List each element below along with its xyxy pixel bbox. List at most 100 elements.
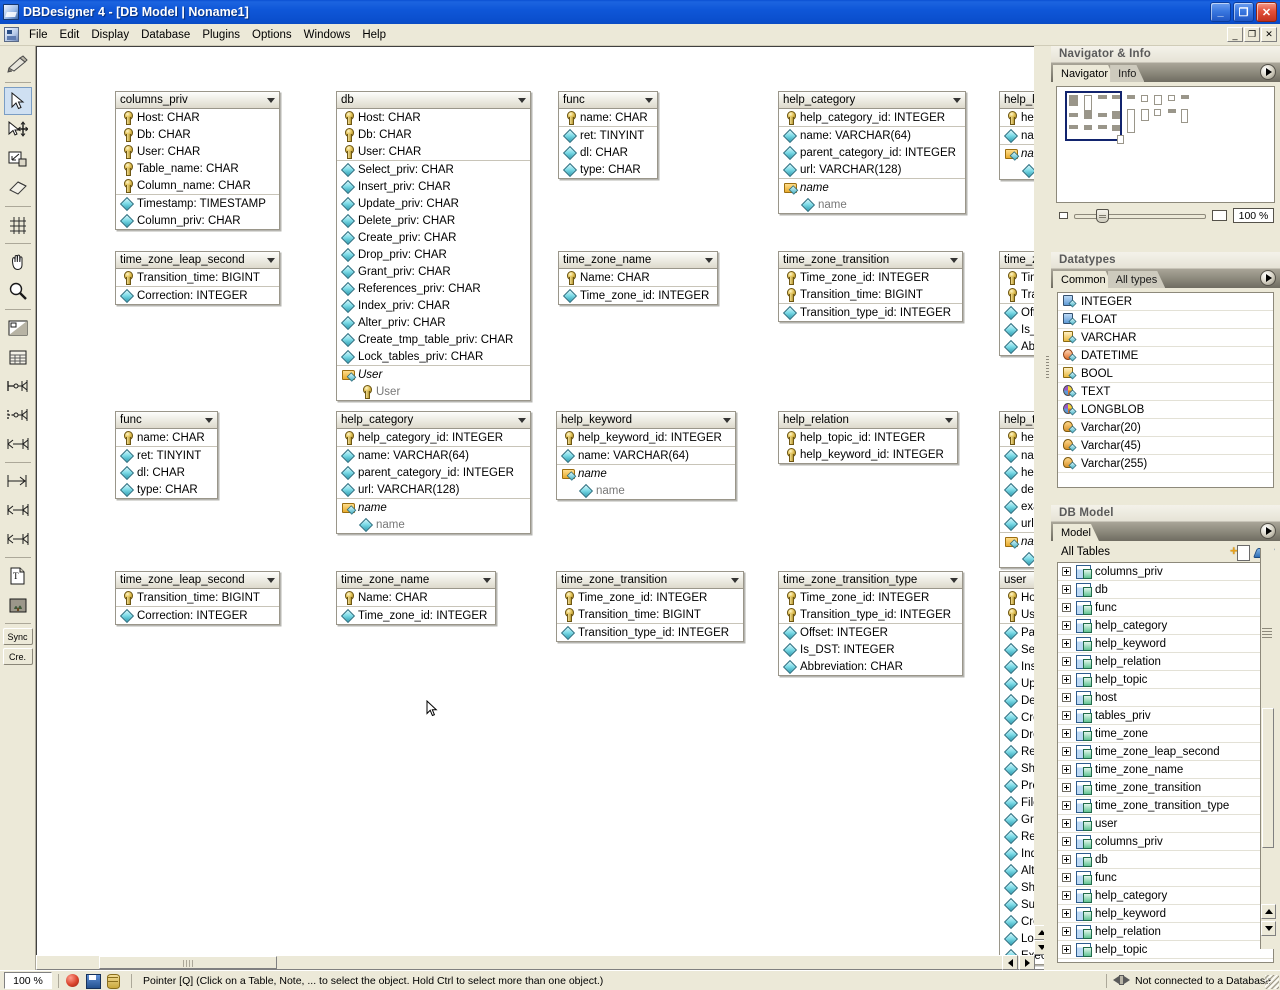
er-field-row[interactable]: name: CHAR [116,429,217,446]
er-field-row[interactable]: Transition_time: BIGINT [557,606,743,623]
er-field-row[interactable]: Create_tmp_table_priv: CHAR [337,331,530,348]
relation-1n-b-tool[interactable] [4,496,32,524]
grid-tool[interactable] [4,211,32,239]
tab-all-types[interactable]: All types [1108,271,1166,288]
er-field-row[interactable]: name [337,516,530,533]
table-row[interactable]: help_relation [1058,653,1273,671]
er-field-row[interactable]: Time_zone_id: INTEGER [559,287,717,304]
er-table-header[interactable]: help_category [337,412,530,429]
tree-scroll-thumb[interactable] [1262,708,1274,848]
chevron-down-icon[interactable] [267,257,275,263]
table-row[interactable]: time_zone_transition [1058,779,1273,797]
create-button[interactable]: Cre. [2,648,33,665]
er-table-header[interactable]: help_relation [779,412,957,429]
expand-plus-icon[interactable] [1062,855,1071,864]
er-field-row[interactable]: help_keyword_id: INTEGER [779,446,957,463]
table-row[interactable]: columns_priv [1058,833,1273,851]
scroll-right-button[interactable] [1019,955,1035,970]
er-field-row[interactable]: Db: CHAR [116,126,279,143]
panel-expand-icon[interactable] [1260,270,1276,286]
window-close-button[interactable]: ✕ [1256,2,1277,22]
menu-options[interactable]: Options [246,26,298,44]
status-zoom[interactable]: 100 % [4,972,52,989]
expand-plus-icon[interactable] [1062,783,1071,792]
table-row[interactable]: help_keyword [1058,905,1273,923]
er-table-header[interactable]: func [559,92,657,109]
dock-splitter[interactable] [1044,46,1051,970]
er-table-header[interactable]: time_zone_transition [557,572,743,589]
er-table-columns_priv[interactable]: columns_priv Host: CHAR Db: CHAR User: CHAR… [115,91,280,230]
expand-plus-icon[interactable] [1062,747,1071,756]
er-field-row[interactable]: Time_zone_id: INTEGER [337,607,495,624]
chevron-down-icon[interactable] [518,417,526,423]
er-table-header[interactable]: func [116,412,217,429]
er-field-row[interactable]: User: CHAR [116,143,279,160]
tree-scroll-down-button[interactable] [1261,921,1276,936]
datatype-row[interactable]: Varchar(255) [1058,455,1273,473]
menu-plugins[interactable]: Plugins [196,26,246,44]
move-tool[interactable] [4,116,32,144]
tab-common[interactable]: Common [1053,271,1114,288]
er-field-row[interactable]: Timestamp: TIMESTAMP [116,195,279,212]
zoom-slider-knob[interactable] [1096,208,1109,223]
er-table-header[interactable]: columns_priv [116,92,279,109]
er-field-row[interactable]: Transition_type_id: INTEGER [557,624,743,641]
expand-plus-icon[interactable] [1062,657,1071,666]
relation-1n-opt-tool[interactable] [4,401,32,429]
expand-plus-icon[interactable] [1062,639,1071,648]
expand-plus-icon[interactable] [1062,873,1071,882]
er-field-row[interactable]: Host: CHAR [116,109,279,126]
save-icon[interactable] [85,973,101,989]
model-canvas[interactable]: columns_priv Host: CHAR Db: CHAR User: CHAR… [37,47,1048,969]
table-row[interactable]: db [1058,851,1273,869]
scroll-left-button[interactable] [1002,955,1018,970]
resize-tool[interactable] [4,145,32,173]
er-field-row[interactable]: Db: CHAR [337,126,530,143]
expand-plus-icon[interactable] [1062,891,1071,900]
er-field-row[interactable]: help_category_id: INTEGER [337,429,530,446]
chevron-down-icon[interactable] [953,97,961,103]
image-tool[interactable] [4,591,32,619]
er-field-row[interactable]: help_topic_id: INTEGER [779,429,957,446]
er-table-help_category[interactable]: help_category help_category_id: INTEGER na… [336,411,531,534]
er-field-row[interactable]: Create_priv: CHAR [337,229,530,246]
table-row[interactable]: help_keyword [1058,635,1273,653]
er-field-row[interactable]: Transition_type_id: INTEGER [779,304,962,321]
relation-11-tool[interactable] [4,467,32,495]
expand-plus-icon[interactable] [1062,909,1071,918]
chevron-down-icon[interactable] [705,257,713,263]
relation-nm-b-tool[interactable] [4,525,32,553]
er-field-row[interactable]: type: CHAR [116,481,217,498]
datatypes-list[interactable]: INTEGER FLOAT VARCHAR DATETIME BOOL TEXT LONGB… [1057,292,1274,488]
menu-edit[interactable]: Edit [54,26,86,44]
expand-plus-icon[interactable] [1062,801,1071,810]
table-row[interactable]: help_topic [1058,941,1273,959]
expand-plus-icon[interactable] [1062,675,1071,684]
er-field-row[interactable]: Column_priv: CHAR [116,212,279,229]
er-table-header[interactable]: db [337,92,530,109]
er-field-row[interactable]: Select_priv: CHAR [337,161,530,178]
er-table-header[interactable]: time_zone_leap_second [116,572,279,589]
er-table-help_relation[interactable]: help_relation help_topic_id: INTEGER help_… [778,411,958,464]
er-table-time_zone_leap_second[interactable]: time_zone_leap_second Transition_time: BI… [115,571,280,625]
zoom-fit-small-icon[interactable] [1059,212,1068,219]
er-field-row[interactable]: name: CHAR [559,109,657,126]
table-row[interactable]: func [1058,869,1273,887]
region-tool[interactable] [4,314,32,342]
datatype-row[interactable]: LONGBLOB [1058,401,1273,419]
menu-windows[interactable]: Windows [298,26,357,44]
er-field-row[interactable]: Correction: INTEGER [116,287,279,304]
er-field-row[interactable]: Table_name: CHAR [116,160,279,177]
er-field-row[interactable]: Index_priv: CHAR [337,297,530,314]
er-table-time_zone_transition[interactable]: time_zone_transition Time_zone_id: INTEGE… [556,571,744,642]
er-field-row[interactable]: Name: CHAR [559,269,717,286]
er-field-row[interactable]: Alter_priv: CHAR [337,314,530,331]
er-field-row[interactable]: Delete_priv: CHAR [337,212,530,229]
er-field-row[interactable]: Transition_time: BIGINT [779,286,962,303]
canvas-horizontal-scrollbar[interactable] [36,955,1033,970]
tables-tree-scrollbar[interactable] [1260,548,1276,949]
table-row[interactable]: user [1058,815,1273,833]
datatype-row[interactable]: FLOAT [1058,311,1273,329]
er-table-time_zone_transition_type[interactable]: time_zone_transition_type Time_zone_id: I… [778,571,963,676]
er-field-row[interactable]: Abbreviation: CHAR [779,658,962,675]
